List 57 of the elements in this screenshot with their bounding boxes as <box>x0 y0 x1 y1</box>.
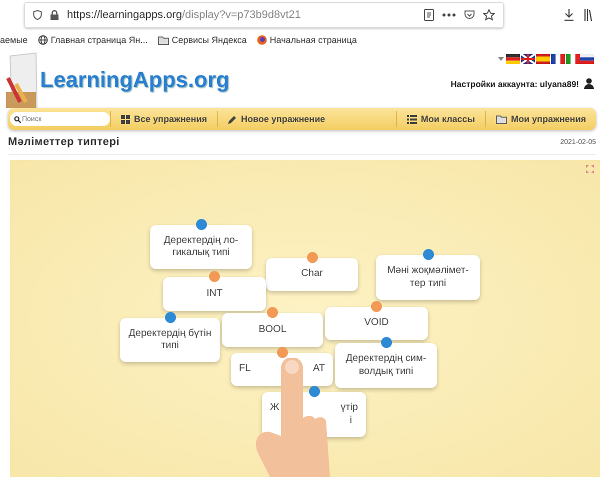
card-text: Char <box>301 268 323 281</box>
shield-icon <box>33 10 42 20</box>
card-text: Деректердің сим- <box>346 353 426 366</box>
bookmark[interactable]: Сервисы Яндекса <box>158 35 247 45</box>
bookmark[interactable]: Главная страница Ян... <box>38 35 148 45</box>
card-text: і <box>350 414 352 427</box>
dropdown-caret-icon[interactable] <box>498 57 504 61</box>
nav-link[interactable]: Все упражнения <box>110 111 217 127</box>
answer-card[interactable]: Деректердің бүтін типі <box>120 318 220 362</box>
card-text: Деректердің ло- <box>164 234 238 247</box>
reader-icon[interactable] <box>424 9 434 21</box>
card-text: FL <box>239 363 251 376</box>
card-text: тер типі <box>410 278 446 290</box>
user-icon[interactable] <box>584 78 594 89</box>
bookmark[interactable]: Начальная страница <box>256 35 357 45</box>
answer-card[interactable]: Деректердің ло- гикалық типі <box>150 225 252 269</box>
list-icon <box>406 114 417 124</box>
card-text: үтір <box>340 402 358 414</box>
more-icon[interactable] <box>442 13 456 17</box>
star-icon[interactable] <box>483 9 495 21</box>
answer-card[interactable]: Мәні жоқмәлімет- тер типі <box>376 255 480 300</box>
card-text: INT <box>206 288 223 300</box>
card-text: Деректердің бүтін <box>128 328 212 340</box>
answer-card[interactable]: Char <box>266 258 358 291</box>
nav-link[interactable]: Мои классы <box>396 111 485 127</box>
answer-card[interactable]: VOID <box>325 307 428 340</box>
folder-icon <box>496 114 507 124</box>
card-text: VOID <box>364 317 389 330</box>
lock-icon <box>50 10 59 20</box>
nav-link[interactable]: Новое упражнение <box>217 111 336 127</box>
bookmark[interactable]: аемые <box>0 35 28 45</box>
card-text: гикалық типі <box>172 247 230 260</box>
answer-card[interactable]: Деректердің сим- волдық типі <box>335 343 437 388</box>
search-icon <box>14 116 21 122</box>
grid-icon <box>121 114 130 124</box>
firefox-icon <box>256 35 267 45</box>
site-logo[interactable]: LearningApps.org <box>40 66 230 94</box>
globe-icon <box>38 35 48 45</box>
card-text: Ж <box>270 402 280 414</box>
download-icon[interactable] <box>564 9 574 21</box>
card-text: типі <box>161 340 179 352</box>
card-text: волдық типі <box>358 366 414 378</box>
card-text: AT <box>312 363 325 376</box>
nav-link[interactable]: Мои упражнения <box>484 111 596 127</box>
language-flags-icon[interactable] <box>506 54 594 64</box>
answer-card[interactable]: INT <box>163 277 266 311</box>
exercise-title: Мәліметтер типтері <box>8 136 120 148</box>
pencil-icon <box>228 114 237 124</box>
folder-icon <box>158 36 169 44</box>
library-icon[interactable] <box>584 9 592 21</box>
card-text: BOOL <box>258 324 286 336</box>
pencil-drawing <box>4 52 38 108</box>
answer-card[interactable]: BOOL <box>222 313 323 347</box>
card-text: Мәні жоқмәлімет- <box>387 265 469 278</box>
pocket-icon[interactable] <box>464 10 475 20</box>
account-settings-link[interactable]: Настройки аккаунта: ulyana89! <box>450 78 579 88</box>
fullscreen-icon[interactable] <box>586 165 594 173</box>
